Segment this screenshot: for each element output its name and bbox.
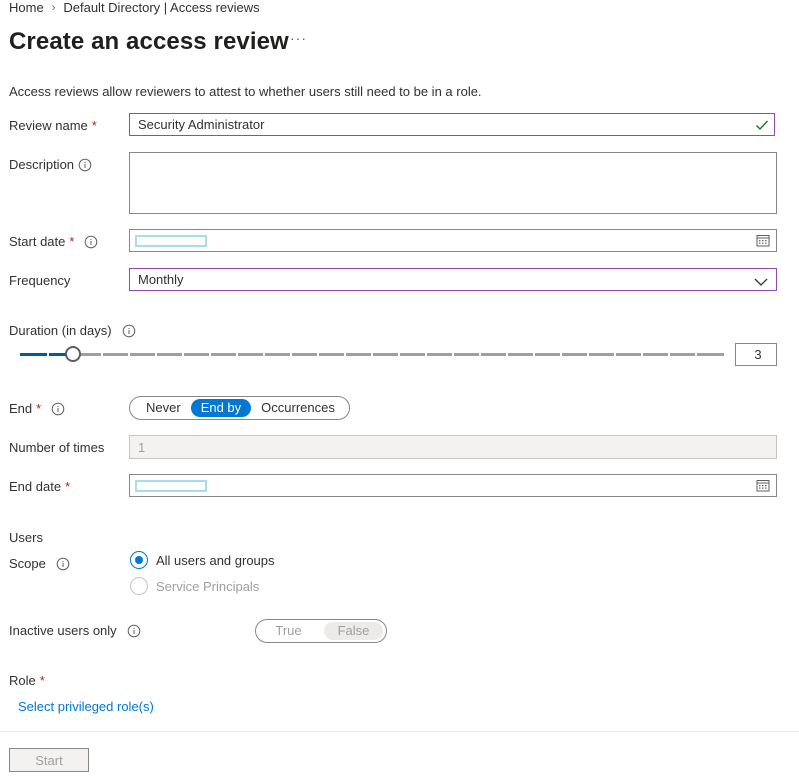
checkmark-icon [754, 117, 770, 136]
breadcrumb: Home › Default Directory | Access review… [9, 0, 260, 15]
duration-slider-thumb[interactable] [65, 346, 81, 362]
page-title: Create an access review [9, 28, 289, 55]
start-button: Start [9, 748, 89, 772]
footer-divider [0, 731, 799, 732]
review-name-input[interactable]: Security Administrator [129, 113, 775, 136]
required-marker: * [36, 401, 42, 416]
required-marker: * [39, 673, 45, 688]
number-of-times-input: 1 [129, 435, 777, 459]
scope-label-text: Scope [9, 556, 46, 571]
role-label: Role * [9, 673, 45, 688]
duration-slider-track[interactable] [20, 353, 724, 356]
number-of-times-value: 1 [138, 439, 146, 455]
duration-label: Duration (in days) [9, 323, 136, 338]
end-option-group: Never End by Occurrences [129, 396, 350, 420]
review-name-label: Review name * [9, 118, 97, 133]
end-label: End * [9, 401, 65, 416]
required-marker: * [69, 234, 75, 249]
scope-option-label: Service Principals [156, 579, 260, 594]
start-date-input[interactable] [129, 229, 777, 252]
required-marker: * [65, 479, 71, 494]
required-marker: * [91, 118, 97, 133]
end-date-label-text: End date [9, 479, 62, 494]
calendar-icon[interactable] [756, 234, 770, 250]
inactive-users-label: Inactive users only [9, 623, 141, 638]
scope-option-label: All users and groups [156, 553, 275, 568]
breadcrumb-home-link[interactable]: Home [9, 0, 44, 15]
redacted-date [135, 235, 207, 247]
start-date-label: Start date * [9, 234, 98, 249]
select-role-link[interactable]: Select privileged role(s) [18, 699, 154, 714]
duration-value-input[interactable]: 3 [735, 343, 777, 366]
inactive-users-toggle: True False [255, 619, 387, 643]
end-option-occurrences[interactable]: Occurrences [251, 399, 345, 417]
scope-option-service-principals: Service Principals [129, 577, 429, 597]
info-icon[interactable] [122, 324, 136, 338]
breadcrumb-current-link[interactable]: Default Directory | Access reviews [63, 0, 259, 15]
inactive-option-true: True [275, 623, 302, 638]
role-label-text: Role [9, 673, 36, 688]
info-icon[interactable] [56, 557, 70, 571]
info-icon[interactable] [51, 402, 65, 416]
scope-option-all-users[interactable]: All users and groups [129, 551, 429, 571]
inactive-option-false: False [324, 622, 383, 640]
review-name-value: Security Administrator [138, 117, 265, 132]
end-date-input[interactable] [129, 474, 777, 497]
number-of-times-label: Number of times [9, 440, 104, 455]
frequency-label: Frequency [9, 273, 70, 288]
start-date-label-text: Start date [9, 234, 66, 249]
end-option-end-by[interactable]: End by [190, 399, 252, 417]
users-heading: Users [9, 530, 43, 545]
more-icon[interactable]: ··· [290, 30, 307, 46]
end-date-label: End date * [9, 479, 70, 494]
calendar-icon[interactable] [756, 479, 770, 495]
radio-selected[interactable] [130, 551, 148, 569]
inactive-users-label-text: Inactive users only [9, 623, 117, 638]
end-label-text: End [9, 401, 33, 416]
page-description: Access reviews allow reviewers to attest… [9, 84, 482, 99]
number-of-times-label-text: Number of times [9, 440, 105, 455]
duration-label-text: Duration (in days) [9, 323, 112, 338]
end-option-never[interactable]: Never [136, 399, 191, 417]
chevron-down-icon [754, 275, 768, 290]
description-label: Description [9, 157, 92, 172]
frequency-label-text: Frequency [9, 273, 71, 288]
frequency-dropdown[interactable]: Monthly [129, 268, 777, 291]
breadcrumb-chevron-icon: › [51, 1, 56, 14]
info-icon[interactable] [78, 158, 92, 172]
scope-label: Scope [9, 556, 70, 571]
radio-unselected [130, 577, 148, 595]
frequency-value: Monthly [138, 272, 184, 287]
info-icon[interactable] [127, 624, 141, 638]
description-textarea[interactable] [129, 152, 777, 214]
description-label-text: Description [9, 157, 75, 172]
redacted-date [135, 480, 207, 492]
review-name-label-text: Review name [9, 118, 88, 133]
info-icon[interactable] [84, 235, 98, 249]
